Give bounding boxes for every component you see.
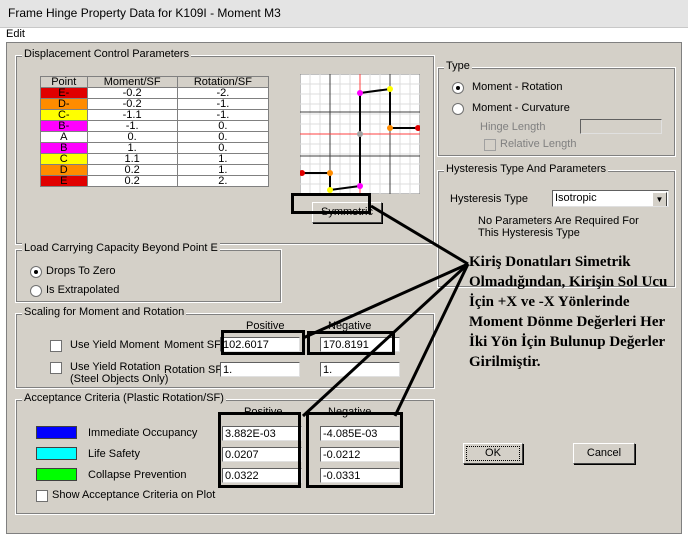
- annotation-note: Kiriş Donatıları Simetrik Olmadığından, …: [469, 254, 668, 370]
